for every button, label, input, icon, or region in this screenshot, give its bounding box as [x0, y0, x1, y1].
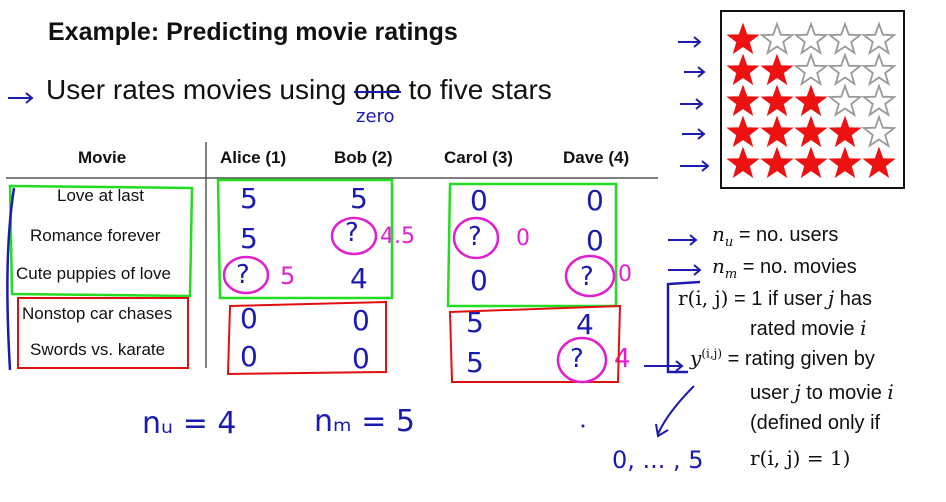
star-filled-icon [726, 22, 760, 55]
star-empty-icon [861, 52, 897, 87]
star-empty-icon [861, 83, 897, 118]
star-filled-icon [726, 53, 760, 86]
blue-bracket-defs [666, 280, 701, 374]
arrow-icon [678, 36, 702, 48]
red-box-action-movies [17, 297, 189, 369]
star-empty-icon [827, 21, 863, 56]
star-empty-icon [759, 21, 795, 56]
arrow-icon [644, 360, 684, 372]
star-empty-icon [793, 21, 829, 56]
star-empty-icon [827, 83, 863, 118]
ink-dot [581, 424, 585, 428]
annotation-overlay [6, 10, 905, 438]
arrow-icon [8, 92, 34, 104]
star-filled-icon [760, 84, 794, 117]
star-empty-icon [861, 21, 897, 56]
star-filled-icon [760, 53, 794, 86]
arrow-icon [655, 385, 695, 438]
star-empty-icon [861, 114, 897, 149]
star-empty-icon [827, 52, 863, 87]
star-filled-icon [794, 84, 828, 117]
star-filled-icon [760, 115, 794, 148]
star-filled-icon [760, 146, 794, 179]
star-filled-icon [862, 146, 896, 179]
arrow-icon [668, 264, 702, 276]
green-box-carol-dave [446, 182, 618, 308]
red-box-carol-dave [448, 304, 622, 383]
arrow-icon [680, 160, 710, 172]
arrow-icon [680, 98, 704, 110]
star-filled-icon [828, 115, 862, 148]
pink-circle-carol-romance [452, 216, 500, 260]
red-box-alice-bob [226, 300, 387, 376]
pink-circle-dave-puppies [564, 254, 616, 298]
star-filled-icon [794, 146, 828, 179]
arrow-icon [682, 128, 706, 140]
star-filled-icon [726, 84, 760, 117]
pink-circle-bob-romance [330, 216, 378, 256]
pink-circle-dave-swords [556, 336, 608, 384]
pink-circle-alice-puppies [222, 255, 270, 295]
star-filled-icon [726, 115, 760, 148]
star-rows [726, 21, 897, 179]
star-empty-icon [793, 52, 829, 87]
arrow-icon [668, 234, 698, 246]
star-filled-icon [828, 146, 862, 179]
star-filled-icon [726, 146, 760, 179]
green-box-alice-bob [216, 178, 394, 300]
star-filled-icon [794, 115, 828, 148]
arrow-icon [684, 66, 706, 78]
green-box-romance-movies [8, 184, 194, 298]
